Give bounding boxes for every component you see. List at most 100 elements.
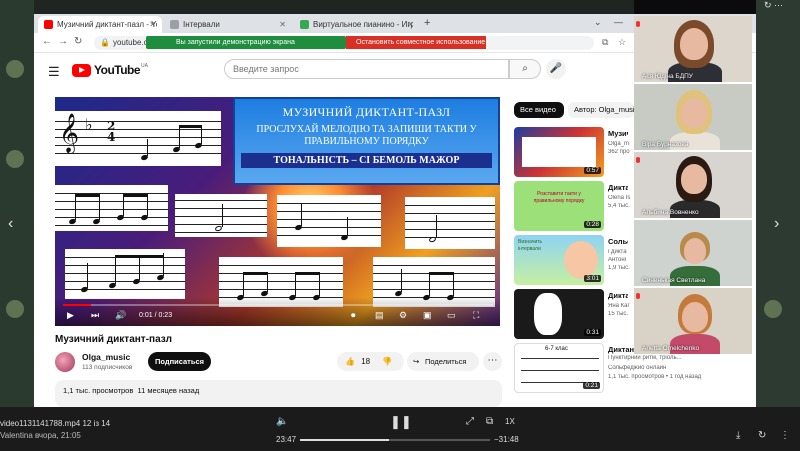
next-media-icon[interactable]: › — [774, 215, 779, 233]
back-icon[interactable]: ← — [42, 36, 52, 47]
new-tab-icon[interactable]: + — [424, 17, 430, 29]
remaining-time: −31:48 — [494, 435, 519, 444]
chat-avatar — [6, 300, 24, 318]
subscriber-count: 113 подписчиков — [82, 364, 133, 371]
youtube-play-logo-icon — [72, 63, 91, 77]
piano-favicon-icon — [300, 20, 309, 29]
thumb-staff — [522, 137, 596, 167]
play-icon[interactable]: ▶ — [67, 310, 74, 321]
search-icon: ⌕ — [522, 63, 528, 74]
subtitles-icon[interactable]: ▤ — [375, 310, 384, 321]
previous-media-icon[interactable]: ‹ — [8, 215, 13, 233]
chip-all-videos[interactable]: Все видео — [514, 102, 564, 118]
muted-mic-icon — [636, 21, 640, 27]
minimize-icon[interactable]: — — [614, 17, 623, 27]
chat-avatar — [764, 300, 782, 318]
viewer-top-icons[interactable]: ↻ ⋯ — [764, 0, 783, 11]
measure-card — [175, 194, 267, 237]
voice-search-icon[interactable]: 🎤 — [546, 59, 566, 79]
media-file-name: video1131141788.mp4 12 із 14 — [0, 419, 111, 428]
video-thumbnail: Розставити такти у правильному порядку 0… — [514, 181, 604, 231]
muted-mic-icon — [636, 293, 640, 299]
media-progress-fill — [300, 439, 390, 441]
share-arrow-icon: ↪ — [413, 357, 420, 366]
download-icon[interactable]: ⤓ — [736, 430, 740, 441]
screen-share-banner: Вы запустили демонстрацию экрана — [146, 36, 346, 49]
video-title: Музичний диктант-пазл — [55, 334, 172, 345]
expand-icon[interactable]: ⤢ — [466, 416, 474, 427]
description-box[interactable]: 1,1 тыс. просмотров 11 месяцев назад — [55, 380, 502, 407]
next-video-icon[interactable]: ⏭ — [91, 310, 99, 321]
like-dislike-group: 👍 18 👎 — [337, 352, 404, 371]
forward-icon[interactable]: → — [58, 36, 68, 47]
volume-muted-icon[interactable]: 🔈 — [276, 416, 288, 427]
search-input[interactable]: Введите запрос — [224, 59, 509, 79]
channel-avatar[interactable] — [55, 352, 75, 372]
video-thumbnail: 0:57 — [514, 127, 604, 177]
share-button[interactable]: ↪ Поделиться — [407, 352, 479, 371]
participant-tile[interactable]: Віра Бурназова — [634, 84, 752, 150]
youtube-logo[interactable]: YouTube UA — [72, 63, 148, 77]
picture-in-picture-icon[interactable]: ⧉ — [486, 416, 493, 427]
share-media-icon[interactable]: ↻ — [758, 430, 766, 441]
media-progress-bar[interactable] — [300, 439, 490, 441]
video-thumbnail: 6-7 клас 0:21 — [514, 343, 604, 393]
more-icon[interactable]: ⋮ — [780, 430, 790, 441]
chip-author[interactable]: Автор: Olga_music — [568, 102, 634, 118]
thumb-character — [564, 241, 598, 279]
video-time: 0:01 / 0:23 — [139, 312, 173, 319]
youtube-favicon-icon — [44, 20, 53, 29]
thumb-dog — [534, 293, 562, 335]
time-signature: 24 — [107, 119, 116, 144]
video-progress-bar[interactable] — [63, 304, 493, 306]
tab-search-icon[interactable]: ⌄ — [594, 17, 602, 28]
like-icon[interactable]: 👍 — [345, 357, 355, 366]
treble-clef-icon: 𝄞 — [59, 113, 80, 153]
share-page-icon[interactable]: ⧉ — [602, 37, 608, 48]
participant-tile[interactable]: Синенькая Светлана — [634, 220, 752, 286]
channel-name[interactable]: Olga_music — [82, 352, 130, 362]
more-actions-icon[interactable]: ⋯ — [483, 352, 502, 371]
playback-speed[interactable]: 1X — [505, 417, 515, 426]
staff-card-clef: 𝄞 ♭ 24 — [55, 111, 221, 166]
flat-icon: ♭ — [85, 115, 93, 134]
chat-avatar — [6, 60, 24, 78]
bookmark-star-icon[interactable]: ☆ — [618, 37, 626, 48]
participant-tile[interactable]: Ася Юдіна БДПУ — [634, 16, 752, 82]
tab-intervals[interactable]: Інтервали ✕ — [164, 16, 292, 33]
reload-icon[interactable]: ↻ — [74, 36, 82, 47]
subscribe-button[interactable]: Подписаться — [148, 352, 211, 371]
autoplay-toggle-icon[interactable]: ⏺ — [351, 310, 356, 321]
pause-icon[interactable]: ❚❚ — [390, 414, 412, 430]
close-tab-icon[interactable]: ✕ — [149, 20, 156, 29]
search-button[interactable]: ⌕ — [509, 59, 541, 79]
muted-mic-icon — [636, 157, 640, 163]
miniplayer-icon[interactable]: ▣ — [423, 310, 432, 321]
participant-tile[interactable]: Альбина Вовненко — [634, 152, 752, 218]
dislike-icon[interactable]: 👎 — [382, 357, 392, 366]
theater-mode-icon[interactable]: ▭ — [447, 310, 456, 321]
video-thumbnail: 0:31 — [514, 289, 604, 339]
volume-icon[interactable]: 🔊 — [115, 310, 126, 321]
media-sender: Valentina вчора, 21:05 — [0, 431, 81, 440]
video-progress-fill — [63, 304, 91, 306]
participant-tile[interactable]: Anetta Omelchenko — [634, 288, 752, 354]
measure-card — [405, 197, 495, 249]
close-tab-icon[interactable]: ✕ — [407, 20, 414, 29]
close-tab-icon[interactable]: ✕ — [279, 20, 286, 29]
page-favicon-icon — [170, 20, 179, 29]
chat-avatar — [6, 150, 24, 168]
video-player[interactable]: 𝄞 ♭ 24 МУЗИЧНИЙ ДИКТАНТ-ПАЗЛ ПРОСЛУХАЙ М… — [55, 97, 500, 326]
video-thumbnail: Визначить інтервали 3:01 — [514, 235, 604, 285]
elapsed-time: 23:47 — [276, 435, 297, 444]
slide-title-box: МУЗИЧНИЙ ДИКТАНТ-ПАЗЛ ПРОСЛУХАЙ МЕЛОДІЮ … — [233, 97, 500, 185]
stop-sharing-button[interactable]: Остановить совместное использование — [346, 36, 486, 49]
measure-card — [277, 195, 381, 247]
measure-card — [55, 185, 168, 231]
settings-icon[interactable]: ⚙ — [399, 310, 407, 321]
tab-piano[interactable]: Виртуальное пианино - Играт ✕ — [294, 16, 420, 33]
fullscreen-icon[interactable]: ⛶ — [473, 310, 479, 321]
viewer-top-bar — [34, 0, 634, 14]
tab-youtube[interactable]: Музичний диктант-пазл - YouTube ✕ — [38, 16, 162, 33]
menu-icon[interactable]: ☰ — [48, 64, 60, 80]
